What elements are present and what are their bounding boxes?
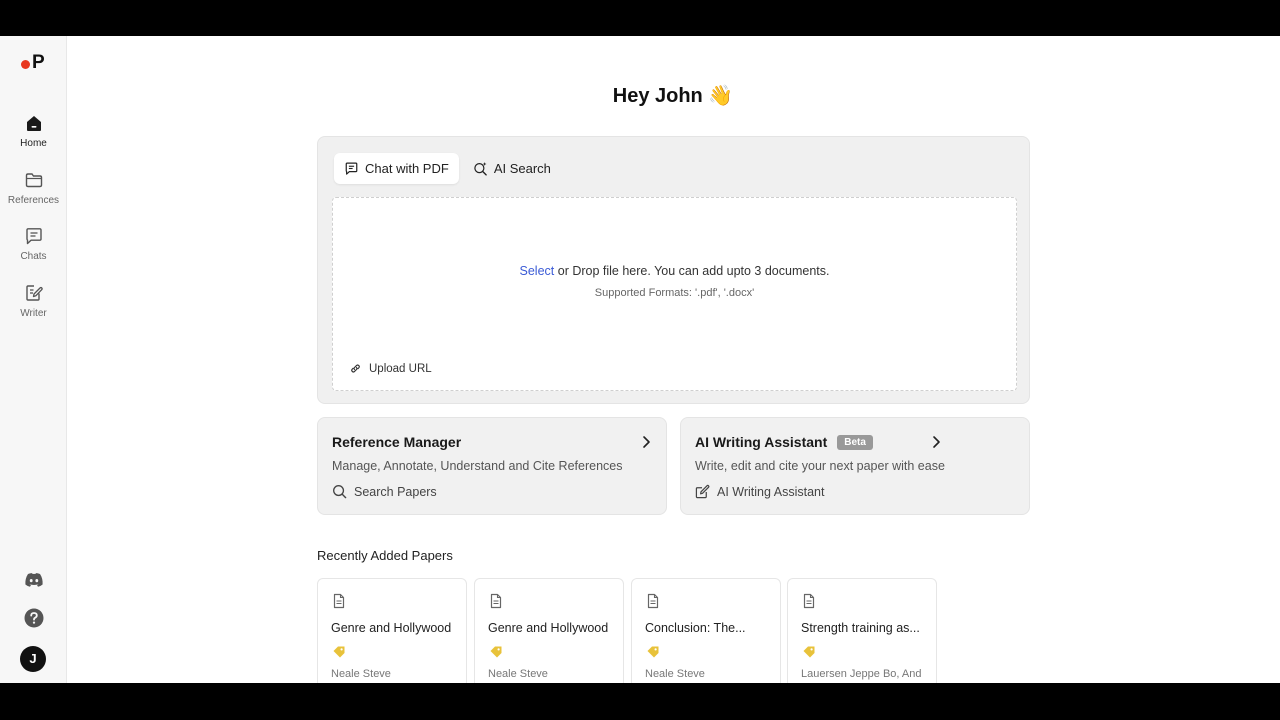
folder-icon (25, 173, 42, 188)
paper-title: Strength training as... (801, 621, 920, 635)
paper-title: Genre and Hollywood (331, 621, 452, 635)
ai-search-icon (474, 162, 487, 176)
discord-icon (24, 573, 43, 587)
tab-chat-with-pdf-label: Chat with PDF (365, 161, 449, 176)
edit-icon (695, 484, 710, 499)
upload-panel: Chat with PDF AI Search Select or Drop f… (317, 136, 1030, 404)
user-avatar[interactable]: J (20, 646, 46, 672)
ai-writing-title-text: AI Writing Assistant (695, 434, 828, 450)
recently-added-title: Recently Added Papers (317, 548, 453, 563)
app-logo[interactable]: P (20, 52, 50, 73)
app-screen: P Home References Chats Writer J Hey Joh… (0, 36, 1280, 683)
upload-tabs: Chat with PDF AI Search (334, 153, 561, 185)
nav-home-label: Home (20, 138, 47, 149)
help-icon (24, 608, 43, 628)
nav-home[interactable]: Home (0, 113, 67, 163)
drop-text: or Drop file here. You can add upto 3 do… (557, 264, 830, 278)
paper-card[interactable]: Genre and Hollywood Neale Steve (474, 578, 624, 683)
logo-letter: P (32, 52, 45, 73)
document-icon (803, 593, 815, 609)
drop-instructions: Select or Drop file here. You can add up… (333, 264, 1016, 278)
sidebar: P Home References Chats Writer J (0, 36, 67, 683)
discord-button[interactable] (0, 572, 67, 588)
tag-icon[interactable] (489, 645, 503, 659)
paper-title: Genre and Hollywood (488, 621, 609, 635)
ai-writing-title: AI Writing Assistant Beta (695, 434, 873, 450)
nav-chats-label: Chats (20, 251, 47, 262)
ai-writing-assistant-button[interactable]: AI Writing Assistant (695, 484, 824, 499)
paper-card[interactable]: Conclusion: The... Neale Steve (631, 578, 781, 683)
ai-writing-desc: Write, edit and cite your next paper wit… (695, 459, 945, 473)
tab-ai-search[interactable]: AI Search (463, 153, 561, 184)
link-icon (351, 364, 360, 373)
ai-writing-assistant-label: AI Writing Assistant (717, 484, 825, 499)
wave-emoji: 👋 (708, 85, 734, 107)
home-icon (26, 116, 41, 131)
tab-ai-search-label: AI Search (493, 161, 551, 176)
file-dropzone[interactable]: Select or Drop file here. You can add up… (332, 197, 1017, 391)
paper-author: Neale Steve (488, 668, 548, 680)
search-papers-button[interactable]: Search Papers (332, 484, 437, 499)
search-papers-label: Search Papers (354, 484, 437, 499)
tag-icon[interactable] (802, 645, 816, 659)
paper-card[interactable]: Genre and Hollywood Neale Steve (317, 578, 467, 683)
nav-references[interactable]: References (0, 170, 67, 220)
search-icon (333, 485, 347, 499)
paper-card[interactable]: Strength training as... Lauersen Jeppe B… (787, 578, 937, 683)
chevron-right-icon[interactable] (639, 435, 653, 449)
paper-author: Lauersen Jeppe Bo, And (801, 668, 922, 680)
document-icon (333, 593, 345, 609)
nav-writer-label: Writer (20, 308, 47, 319)
beta-badge: Beta (837, 434, 873, 450)
paper-title: Conclusion: The... (645, 621, 746, 635)
supported-formats: Supported Formats: '.pdf', '.docx' (594, 287, 755, 299)
reference-manager-title: Reference Manager (332, 434, 461, 450)
nav-writer[interactable]: Writer (0, 283, 67, 333)
paper-author: Neale Steve (645, 668, 705, 680)
chevron-right-icon[interactable] (929, 435, 943, 449)
upload-url-button[interactable]: Upload URL (349, 362, 432, 375)
tab-chat-with-pdf[interactable]: Chat with PDF (334, 153, 459, 184)
logo-dot (21, 60, 30, 69)
greeting-text: Hey John (612, 85, 703, 107)
document-icon (490, 593, 502, 609)
nav-chats[interactable]: Chats (0, 226, 67, 276)
tag-icon[interactable] (332, 645, 346, 659)
chat-icon (25, 228, 42, 245)
nav-references-label: References (7, 195, 60, 206)
chat-icon (345, 162, 358, 175)
reference-manager-card[interactable]: Reference Manager Manage, Annotate, Unde… (317, 417, 667, 515)
tag-icon[interactable] (646, 645, 660, 659)
document-icon (647, 593, 659, 609)
help-button[interactable] (0, 608, 67, 628)
pen-square-icon (25, 285, 43, 301)
ai-writing-assistant-card[interactable]: AI Writing Assistant Beta Write, edit an… (680, 417, 1030, 515)
paper-author: Neale Steve (331, 668, 391, 680)
upload-url-label: Upload URL (369, 362, 432, 375)
greeting: Hey John 👋 (0, 83, 1280, 108)
select-file-link[interactable]: Select (520, 264, 555, 278)
reference-manager-title-text: Reference Manager (332, 434, 462, 450)
reference-manager-desc: Manage, Annotate, Understand and Cite Re… (332, 459, 623, 473)
